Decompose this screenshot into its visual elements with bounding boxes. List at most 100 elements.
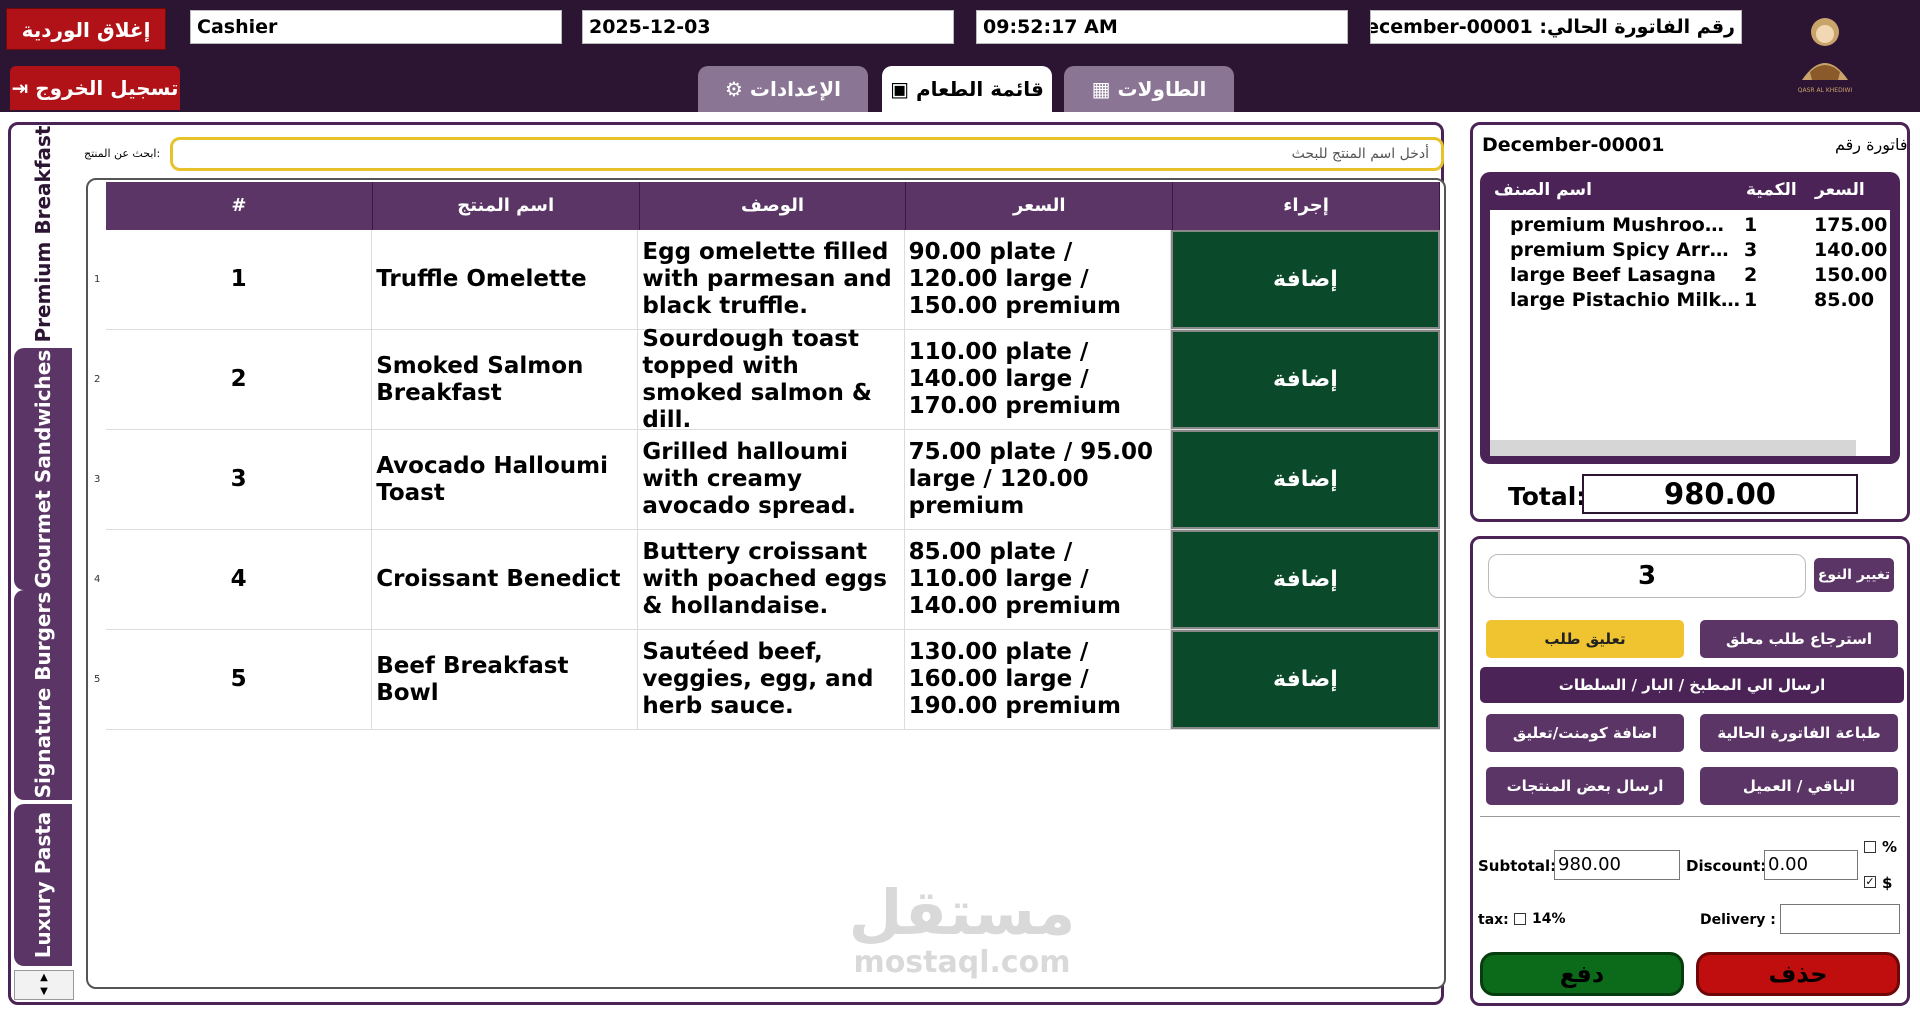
tab-menu[interactable]: ▣ قائمة الطعام [882, 66, 1052, 112]
add-button[interactable]: إضافة [1170, 630, 1441, 729]
products-table-header: # اسم المنتج الوصف السعر إجراء [106, 182, 1440, 230]
category-scroll-buttons[interactable]: ▲ ▼ [14, 970, 74, 1000]
category-label: Signature Burgers [31, 591, 55, 799]
date-field: 2025-12-03 [582, 10, 954, 44]
tab-tables-label: الطاولات [1117, 77, 1207, 101]
column-header-item-price: السعر [1815, 180, 1865, 200]
column-header-action: إجراء [1173, 182, 1440, 230]
category-gourmet-sandwiches[interactable]: Gourmet Sandwiches [14, 348, 72, 590]
invoice-item-price: 175.00 [1814, 214, 1888, 236]
tab-menu-label: قائمة الطعام [915, 77, 1044, 101]
percent-label: % [1882, 838, 1898, 856]
invoice-number-label: فاتورة رقم [1835, 135, 1908, 154]
product-description: Sourdough toast topped with smoked salmo… [638, 326, 905, 433]
category-signature-burgers[interactable]: Signature Burgers [14, 590, 72, 800]
retrieve-held-order-button[interactable]: استرجاع طلب معلق [1700, 620, 1898, 658]
invoice-item-name: large Beef Lasagna [1510, 264, 1716, 286]
add-button[interactable]: إضافة [1170, 430, 1441, 529]
tab-settings-label: الإعدادات [749, 77, 841, 101]
search-input[interactable]: أدخل اسم المنتج للبحث [170, 137, 1444, 171]
invoice-item-qty: 1 [1744, 214, 1758, 236]
table-icon: ▦ [1091, 77, 1111, 101]
category-label: Premium Breakfast [31, 125, 55, 343]
dollar-label: $ [1882, 874, 1893, 892]
change-type-button[interactable]: تغيير النوع [1814, 558, 1894, 592]
discount-label: Discount: [1686, 857, 1767, 875]
logo-text: QASR AL KHEDIWI [1798, 87, 1853, 94]
print-invoice-button[interactable]: طباعة الفاتورة الحالية [1700, 714, 1898, 752]
add-button[interactable]: إضافة [1170, 330, 1441, 429]
row-index: 5 [94, 674, 101, 685]
send-to-kitchen-button[interactable]: ارسال الي المطبخ / البار / السلطات [1480, 667, 1904, 703]
dollar-checkbox[interactable]: ✓ [1864, 876, 1876, 888]
column-header-number: # [106, 182, 373, 230]
product-price: 110.00 plate / 140.00 large / 170.00 pre… [905, 330, 1171, 429]
invoice-number: December-00001 [1482, 134, 1665, 156]
logout-icon: ⇥ [11, 76, 29, 100]
current-invoice-number: December-00001 [1371, 16, 1533, 38]
row-number: 3 [106, 430, 373, 529]
gear-icon: ⚙ [725, 77, 743, 101]
chevron-up-icon[interactable]: ▲ [15, 971, 73, 985]
cashier-field: Cashier [190, 10, 562, 44]
watermark-arabic: مستقل [848, 876, 1076, 949]
total-label: Total: [1508, 482, 1587, 511]
add-button[interactable]: إضافة [1170, 530, 1441, 629]
column-header-quantity: الكمية [1746, 180, 1797, 200]
pay-button[interactable]: دفع [1480, 952, 1684, 996]
current-invoice-label: رقم الفاتورة الحالي: [1539, 16, 1735, 38]
category-luxury-pasta[interactable]: Luxury Pasta [14, 804, 72, 966]
change-customer-button[interactable]: الباقي / العميل [1700, 767, 1898, 805]
product-price: 90.00 plate / 120.00 large / 150.00 prem… [905, 230, 1171, 329]
close-shift-button[interactable]: إغلاق الوردية [6, 8, 166, 50]
column-header-description: الوصف [640, 182, 907, 230]
invoice-item[interactable]: large Pistachio Milk C... 1 85.00 [1510, 289, 1890, 314]
add-comment-button[interactable]: اضافة كومنت/تعليق [1486, 714, 1684, 752]
invoice-item-name: large Pistachio Milk C... [1510, 289, 1740, 311]
row-number: 2 [106, 330, 373, 429]
row-number: 4 [106, 530, 373, 629]
invoice-item[interactable]: premium Spicy Arrab... 3 140.00 [1510, 239, 1890, 264]
table-row: 4 Croissant Benedict Buttery croissant w… [106, 530, 1441, 630]
invoice-item-qty: 2 [1744, 264, 1758, 286]
subtotal-field: 980.00 [1554, 850, 1680, 880]
invoice-item-price: 150.00 [1814, 264, 1888, 286]
watermark: مستقل mostaql.com [842, 880, 1082, 980]
tax-checkbox[interactable] [1514, 913, 1526, 925]
column-header-name: اسم المنتج [373, 182, 640, 230]
logout-button[interactable]: ⇥ تسجيل الخروج [10, 66, 180, 110]
invoice-item[interactable]: large Beef Lasagna 2 150.00 [1510, 264, 1890, 289]
chevron-down-icon[interactable]: ▼ [15, 985, 73, 999]
tab-tables[interactable]: ▦ الطاولات [1064, 66, 1234, 112]
row-number: 5 [106, 630, 373, 729]
tab-settings[interactable]: ⚙ الإعدادات [698, 66, 868, 112]
row-index: 2 [94, 374, 101, 385]
product-name: Avocado Halloumi Toast [372, 430, 639, 529]
delivery-field[interactable] [1780, 904, 1900, 934]
percent-checkbox[interactable] [1864, 841, 1876, 853]
invoice-item-qty: 1 [1744, 289, 1758, 311]
category-label: Gourmet Sandwiches [31, 349, 55, 589]
invoice-item[interactable]: premium Mushroom ... 1 175.00 [1510, 214, 1890, 239]
row-index: 3 [94, 474, 101, 485]
category-premium-breakfast[interactable]: Premium Breakfast [14, 126, 72, 342]
invoice-item-name: premium Mushroom ... [1510, 214, 1740, 236]
delete-button[interactable]: حذف [1696, 952, 1900, 996]
row-index: 1 [94, 274, 101, 285]
product-name: Truffle Omelette [372, 230, 639, 329]
watermark-url: mostaql.com [853, 945, 1071, 980]
product-name: Smoked Salmon Breakfast [372, 330, 639, 429]
send-some-products-button[interactable]: ارسال بعض المنتجات [1486, 767, 1684, 805]
product-price: 85.00 plate / 110.00 large / 140.00 prem… [905, 530, 1171, 629]
delivery-label: Delivery : [1700, 912, 1776, 928]
search-label: ابحث عن المنتج: [84, 147, 161, 160]
discount-field[interactable]: 0.00 [1764, 850, 1858, 880]
add-button[interactable]: إضافة [1170, 230, 1441, 329]
divider [1480, 816, 1900, 817]
hold-order-button[interactable]: تعليق طلب [1486, 620, 1684, 658]
quantity-field[interactable]: 3 [1488, 554, 1806, 598]
invoice-scrollbar[interactable] [1490, 440, 1856, 456]
product-description: Sautéed beef, veggies, egg, and herb sau… [638, 630, 905, 729]
product-price: 130.00 plate / 160.00 large / 190.00 pre… [905, 630, 1171, 729]
product-name: Beef Breakfast Bowl [372, 630, 639, 729]
